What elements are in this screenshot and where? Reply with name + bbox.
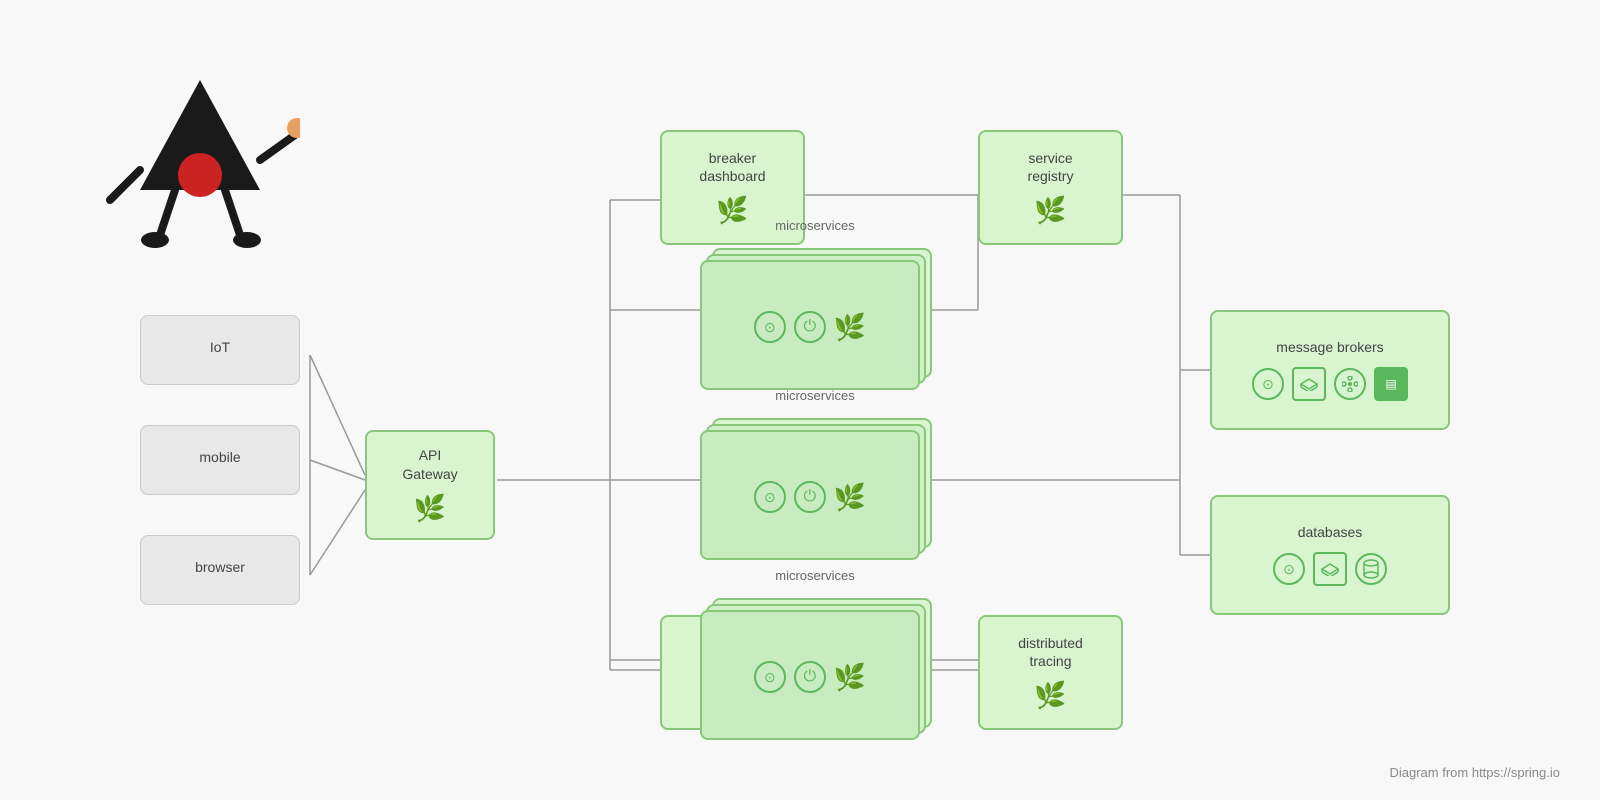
api-gateway-icons: 🌿 [414, 493, 446, 524]
db-cylinder-icon [1355, 553, 1387, 585]
databases-label: databases [1298, 524, 1363, 540]
api-gateway-box: API Gateway 🌿 [365, 430, 495, 540]
diagram-container: IoT mobile browser API Gateway 🌿 breaker… [0, 0, 1600, 800]
ms-top-icons: ⊙ ⏻ 🌿 [754, 311, 866, 343]
message-brokers-icons: ⊙ ▤ [1252, 367, 1408, 401]
message-brokers-box: message brokers ⊙ ▤ [1210, 310, 1450, 430]
ms-mid-atom-icon: ⊙ [754, 481, 786, 513]
mb-atom-icon: ⊙ [1252, 368, 1284, 400]
service-registry-leaf-icon: 🌿 [1034, 195, 1066, 226]
api-gateway-label: API Gateway [402, 446, 457, 482]
service-registry-icons: 🌿 [1034, 195, 1066, 226]
distributed-tracing-box: distributed tracing 🌿 [978, 615, 1123, 730]
service-registry-box: service registry 🌿 [978, 130, 1123, 245]
message-brokers-label: message brokers [1276, 339, 1383, 355]
distributed-tracing-label: distributed tracing [1018, 634, 1083, 670]
mobile-label: mobile [199, 448, 240, 466]
db-atom-icon: ⊙ [1273, 553, 1305, 585]
breaker-dashboard-label: breaker dashboard [699, 149, 765, 185]
ms-bot-leaf-icon: 🌿 [834, 662, 866, 693]
iot-box: IoT [140, 315, 300, 385]
browser-label: browser [195, 558, 245, 576]
mb-redis-icon [1292, 367, 1326, 401]
tracing-leaf-icon: 🌿 [1034, 680, 1066, 711]
db-redis-icon [1313, 552, 1347, 586]
ms-mid-leaf-icon: 🌿 [834, 482, 866, 513]
microservices-mid-stack: ⊙ ⏻ 🌿 microservices [700, 418, 930, 558]
attribution: Diagram from https://spring.io [1389, 765, 1560, 780]
ms-mid-icons: ⊙ ⏻ 🌿 [754, 481, 866, 513]
iot-label: IoT [210, 338, 230, 356]
ms-bot-label: microservices [700, 568, 930, 583]
ms-top-atom-icon: ⊙ [754, 311, 786, 343]
service-registry-label: service registry [1028, 149, 1074, 185]
microservices-bot-stack: ⊙ ⏻ 🌿 microservices [700, 598, 930, 738]
distributed-tracing-icons: 🌿 [1034, 680, 1066, 711]
browser-box: browser [140, 535, 300, 605]
ms-top-power-icon: ⏻ [794, 311, 826, 343]
ms-mid-power-icon: ⏻ [794, 481, 826, 513]
ms-mid-label: microservices [700, 388, 930, 403]
mobile-box: mobile [140, 425, 300, 495]
databases-icons: ⊙ [1273, 552, 1387, 586]
ms-bot-icons: ⊙ ⏻ 🌿 [754, 661, 866, 693]
mb-rabbit-icon: ▤ [1374, 367, 1408, 401]
ms-top-leaf-icon: 🌿 [834, 312, 866, 343]
mascot [100, 60, 300, 260]
ms-top-label: microservices [700, 218, 930, 233]
ms-bot-atom-icon: ⊙ [754, 661, 786, 693]
api-gateway-leaf-icon: 🌿 [414, 493, 446, 524]
mb-kafka-icon [1334, 368, 1366, 400]
ms-bot-power-icon: ⏻ [794, 661, 826, 693]
microservices-top-stack: ⊙ ⏻ 🌿 microservices [700, 248, 930, 388]
databases-box: databases ⊙ [1210, 495, 1450, 615]
